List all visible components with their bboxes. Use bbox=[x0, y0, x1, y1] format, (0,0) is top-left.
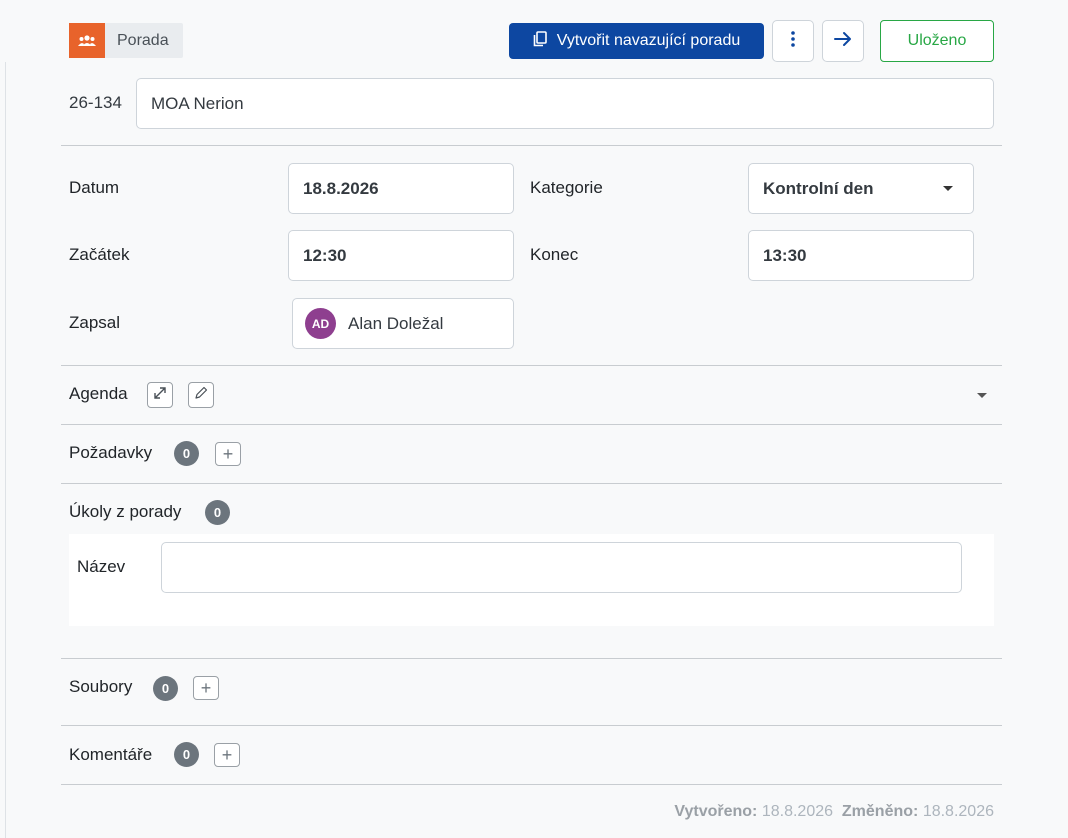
caret-down-icon bbox=[943, 186, 953, 191]
vertical-dots-icon bbox=[791, 30, 795, 52]
next-button[interactable] bbox=[822, 20, 864, 62]
create-followup-label: Vytvořit navazující poradu bbox=[556, 32, 741, 49]
divider bbox=[61, 658, 1002, 659]
divider bbox=[61, 725, 1002, 726]
task-name-label: Název bbox=[77, 557, 126, 576]
start-label: Začátek bbox=[69, 245, 130, 264]
created-label: Vytvořeno: bbox=[674, 803, 758, 820]
category-value: Kontrolní den bbox=[763, 178, 874, 198]
requests-count-badge: 0 bbox=[174, 441, 199, 466]
divider bbox=[61, 145, 1002, 146]
add-comment-button[interactable]: + bbox=[214, 743, 240, 767]
created-value: 18.8.2026 bbox=[761, 803, 834, 820]
divider bbox=[61, 424, 1002, 425]
task-name-input[interactable] bbox=[161, 542, 962, 593]
meeting-number: 26-134 bbox=[69, 93, 122, 112]
date-label: Datum bbox=[69, 178, 120, 197]
more-options-button[interactable] bbox=[772, 20, 814, 62]
plus-icon: + bbox=[222, 444, 234, 464]
saved-status-button[interactable]: Uloženo bbox=[880, 20, 994, 62]
recorded-by-label: Zapsal bbox=[69, 313, 121, 332]
add-file-button[interactable]: + bbox=[193, 676, 219, 700]
agenda-label: Agenda bbox=[69, 384, 128, 403]
end-label: Konec bbox=[530, 245, 579, 264]
left-panel-edge bbox=[0, 62, 6, 838]
comments-count-badge: 0 bbox=[174, 742, 199, 767]
audit-info: Vytvořeno: 18.8.2026 Změněno: 18.8.2026 bbox=[674, 803, 994, 821]
recorded-by-field[interactable]: AD Alan Doležal bbox=[292, 298, 514, 349]
meeting-title-input[interactable]: MOA Nerion bbox=[136, 78, 994, 129]
tasks-label: Úkoly z porady bbox=[69, 502, 182, 521]
category-label: Kategorie bbox=[530, 178, 603, 197]
expand-agenda-button[interactable] bbox=[147, 382, 173, 408]
modified-label: Změněno: bbox=[841, 803, 919, 820]
tasks-count-badge: 0 bbox=[205, 500, 230, 525]
start-time-field[interactable]: 12:30 bbox=[288, 230, 514, 281]
modified-value: 18.8.2026 bbox=[922, 803, 994, 820]
divider bbox=[61, 784, 1002, 785]
requests-label: Požadavky bbox=[69, 443, 153, 462]
record-type-label: Porada bbox=[117, 31, 169, 49]
avatar: AD bbox=[305, 308, 336, 339]
add-request-button[interactable]: + bbox=[215, 442, 241, 466]
comments-label: Komentáře bbox=[69, 745, 153, 764]
files-count-badge: 0 bbox=[153, 676, 178, 701]
arrow-right-icon bbox=[834, 31, 852, 52]
plus-icon: + bbox=[221, 745, 233, 765]
end-time-field[interactable]: 13:30 bbox=[748, 230, 974, 281]
create-followup-meeting-button[interactable]: Vytvořit navazující poradu bbox=[509, 23, 764, 59]
recorded-by-name: Alan Doležal bbox=[348, 313, 444, 333]
divider bbox=[61, 365, 1002, 366]
files-label: Soubory bbox=[69, 677, 133, 696]
collapse-agenda-caret-icon[interactable] bbox=[977, 393, 987, 398]
date-field[interactable]: 18.8.2026 bbox=[288, 163, 514, 214]
divider bbox=[61, 483, 1002, 484]
people-group-icon bbox=[69, 23, 105, 58]
pencil-icon bbox=[194, 386, 208, 405]
category-select[interactable]: Kontrolní den bbox=[748, 163, 974, 214]
copy-icon bbox=[533, 30, 547, 52]
edit-agenda-button[interactable] bbox=[188, 382, 214, 408]
plus-icon: + bbox=[200, 678, 212, 698]
expand-icon bbox=[153, 386, 167, 405]
record-type-badge: Porada bbox=[69, 23, 183, 58]
